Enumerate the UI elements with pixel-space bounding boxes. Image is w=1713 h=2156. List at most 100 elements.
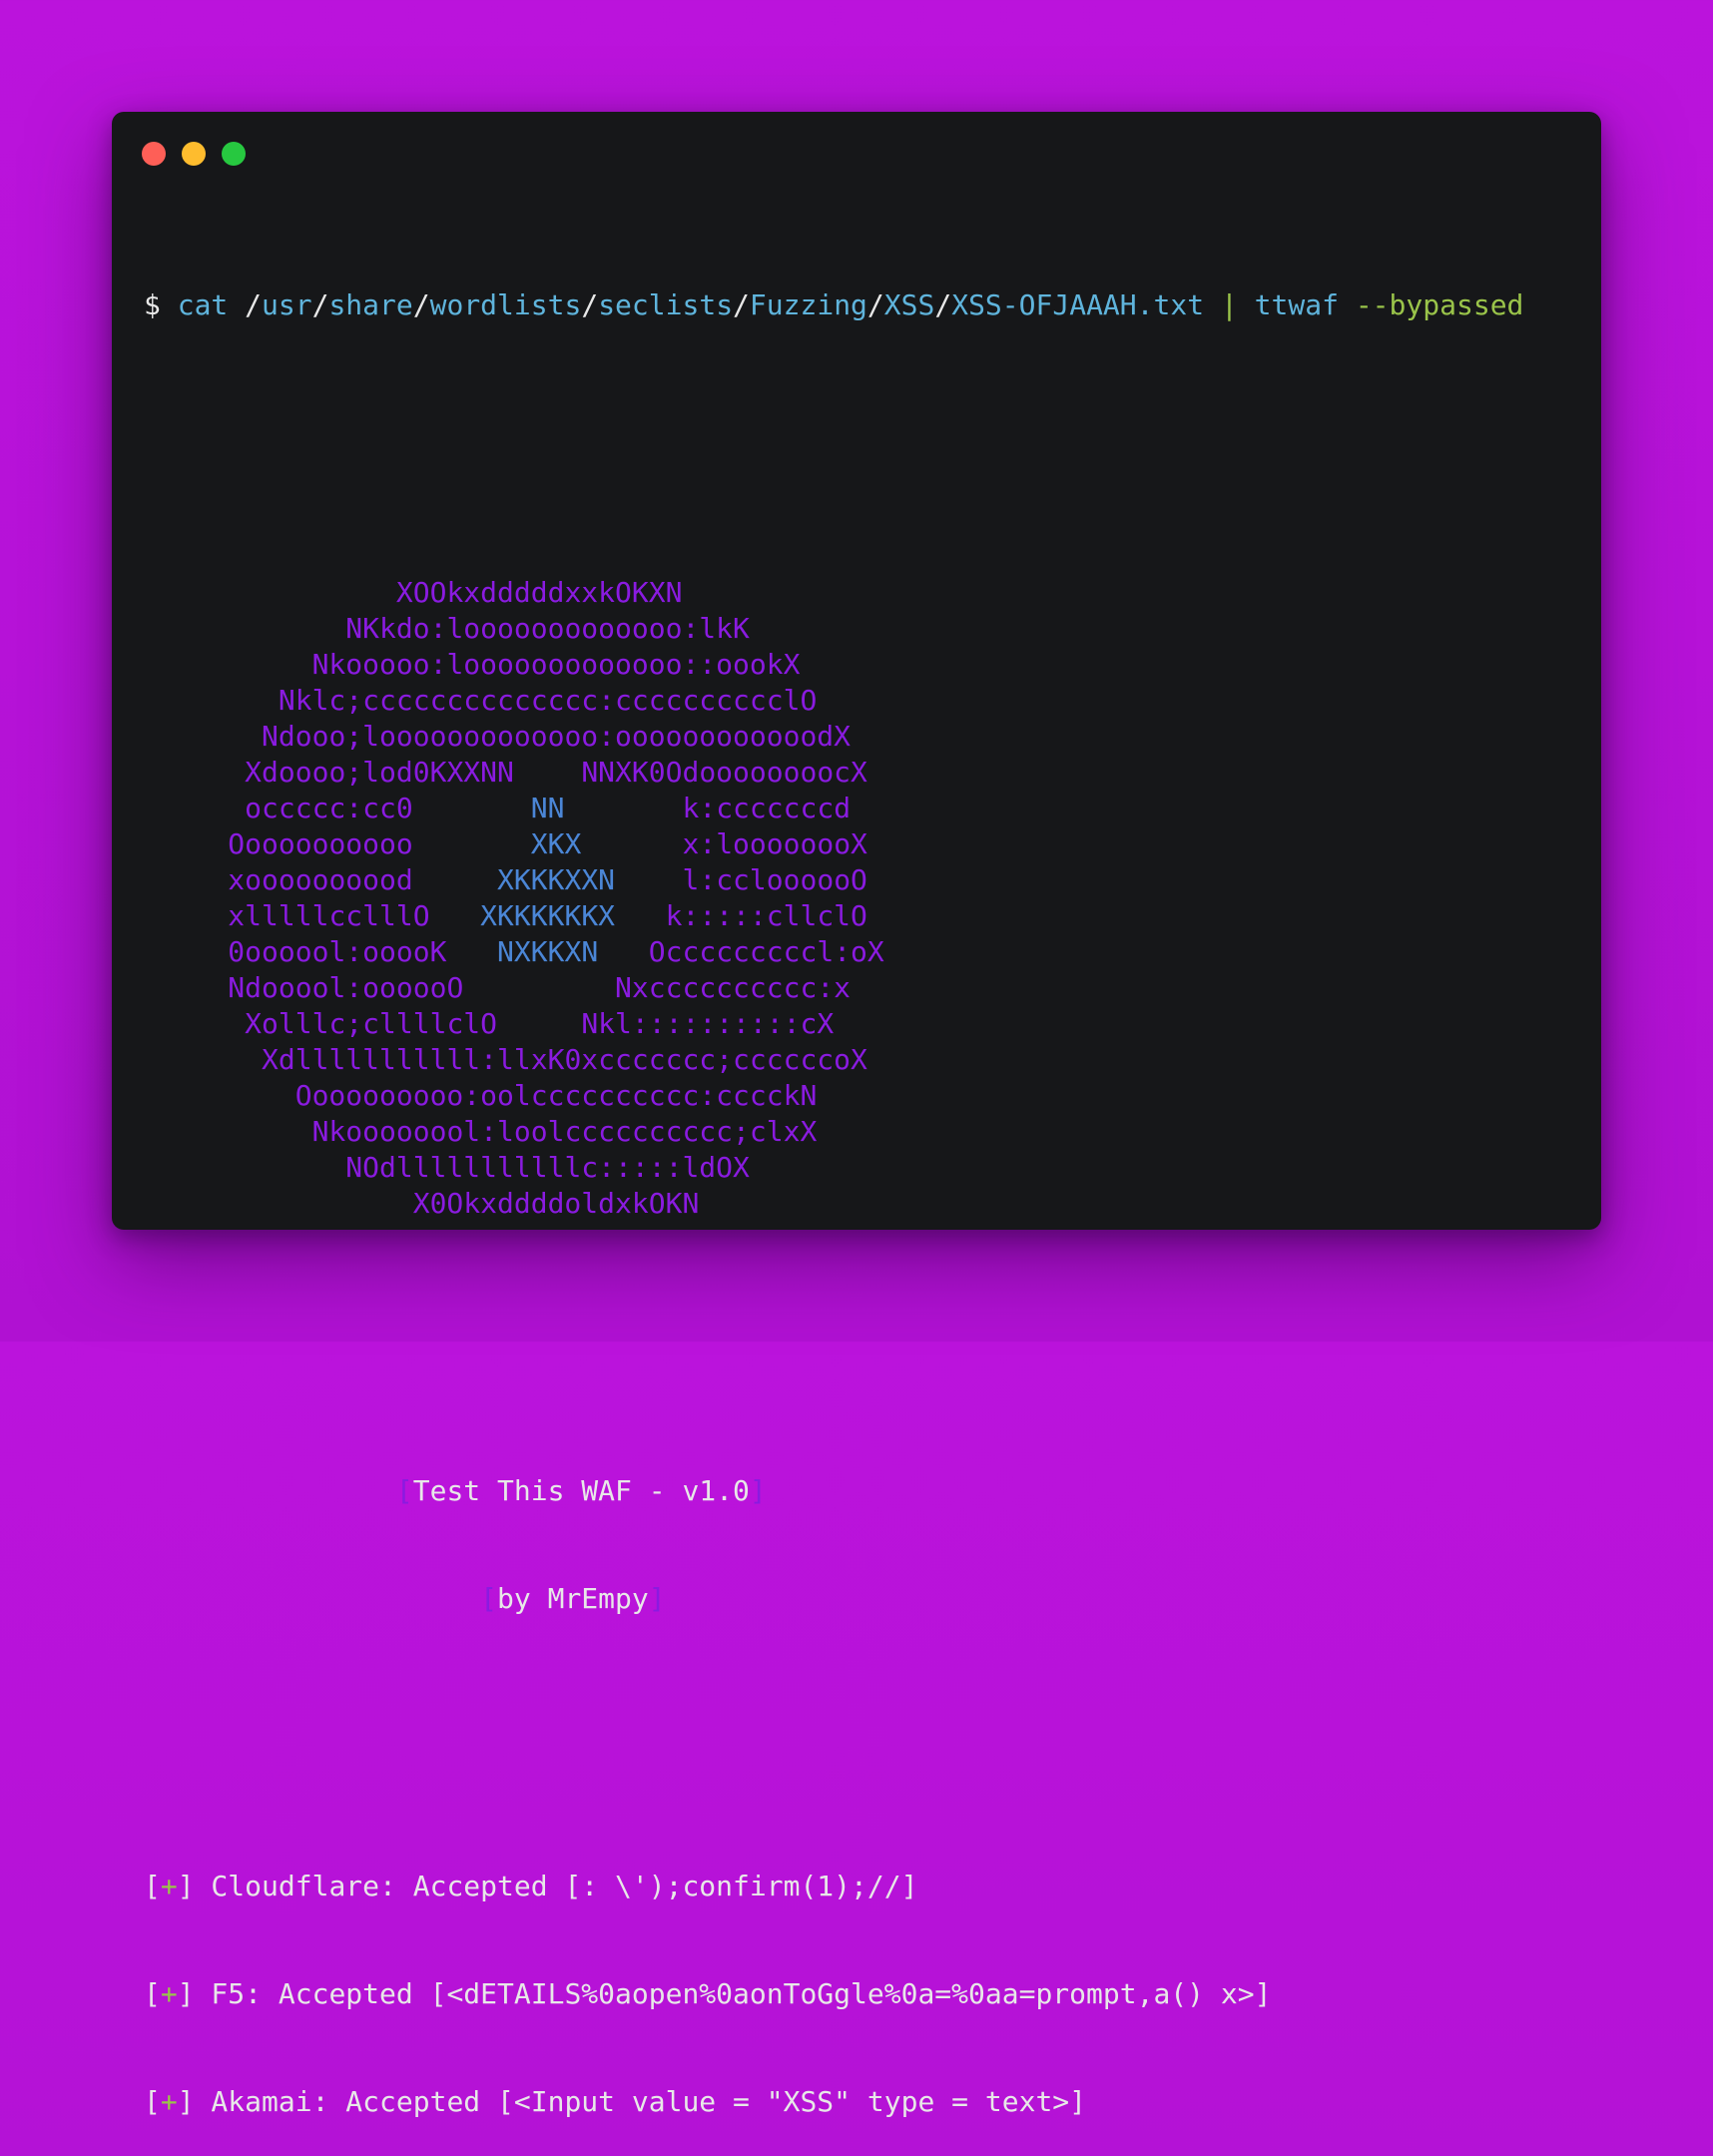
ascii-art-line: Ndooo;looooooooooooo:oooooooooooodX <box>144 719 1523 755</box>
ascii-art-segment: Oooooooooo:oolcccccccccc:cccckN <box>294 1079 818 1112</box>
path-separator: / <box>245 288 263 321</box>
minimize-window-button[interactable] <box>182 142 206 166</box>
ascii-art-segment: Ndooo;looooooooooooo:oooooooooooodX <box>262 720 852 753</box>
result-text: Cloudflare: Accepted [: \');confirm(1);/… <box>194 1870 918 1902</box>
ascii-art-segment: xoooooooood <box>228 863 413 896</box>
ascii-art-line: Nklc;cccccccccccccc:cccccccccclO <box>144 683 1523 719</box>
ascii-art-segment: Ndooool:oooooO <box>228 971 464 1004</box>
bracket: ] <box>648 1582 666 1615</box>
ascii-art-segment: X0OkxddddoldxkOKN <box>412 1187 700 1220</box>
ascii-art-segment: xlllllcclllO <box>228 899 430 932</box>
bracket: ] <box>177 2085 195 2118</box>
ascii-art-segment: Nklc;cccccccccccccc:cccccccccclO <box>278 684 818 717</box>
bracket: ] <box>749 1474 767 1507</box>
ascii-art-line: xlllllcclllO XKKKKKKX k:::::cllclO <box>144 898 1523 934</box>
path-part: seclists <box>598 288 734 321</box>
path-separator: / <box>733 288 750 321</box>
pipe-operator: | <box>1220 288 1238 321</box>
path-separator: / <box>866 288 884 321</box>
tool-name: ttwaf <box>1254 288 1339 321</box>
ascii-art-segment: Ooooooooooo <box>228 827 413 860</box>
ascii-art-line: NOdlllllllllllc:::::ldOX <box>144 1150 1523 1186</box>
ascii-art-segment: NOdlllllllllllc:::::ldOX <box>345 1151 750 1184</box>
ascii-art-segment: Nkooooo:looooooooooooo::oookX <box>311 648 801 681</box>
ascii-art-segment: Nkl::::::::::cX <box>581 1007 835 1040</box>
ascii-art-line: Nkooooo:looooooooooooo::oookX <box>144 647 1523 683</box>
ascii-art-segment: XKX <box>530 827 582 860</box>
ascii-art-segment: l:ccloooooO <box>682 863 867 896</box>
ascii-art-line: Ndooool:oooooO Nxcccccccccc:x <box>144 970 1523 1006</box>
path-separator: / <box>581 288 599 321</box>
ascii-art-segment: NKkdo:looooooooooooo:lkK <box>345 612 750 645</box>
result-text: Akamai: Accepted [<Input value = "XSS" t… <box>194 2085 1087 2118</box>
ascii-art-segment: XOOkxdddddxxkOKXN <box>395 576 683 609</box>
ascii-art-line: Xdlllllllllll:llxK0xccccccc;ccccccoX <box>144 1042 1523 1078</box>
banner-author: by MrEmpy <box>497 1582 649 1615</box>
bracket: ] <box>177 1977 195 2010</box>
command-name: cat <box>177 288 229 321</box>
path-part: wordlists <box>429 288 582 321</box>
command-line: $ cat /usr/share/wordlists/seclists/Fuzz… <box>144 287 1523 323</box>
ascii-art-line: X0OkxddddoldxkOKN <box>144 1186 1523 1222</box>
ascii-art-segment: Xdlllllllllll:llxK0xccccccc;ccccccoX <box>262 1043 867 1076</box>
result-line: [+] Akamai: Accepted [<Input value = "XS… <box>144 2084 1523 2120</box>
path-part: Fuzzing <box>749 288 867 321</box>
ascii-art-segment: x:loooooooX <box>682 827 867 860</box>
ascii-art-line: Ooooooooooo XKX x:loooooooX <box>144 826 1523 862</box>
maximize-window-button[interactable] <box>222 142 246 166</box>
banner-author-line: [by MrEmpy] <box>144 1581 1523 1617</box>
result-line: [+] F5: Accepted [<dETAILS%0aopen%0aonTo… <box>144 1976 1523 2012</box>
ascii-art-segment: Occcccccccl:oX <box>648 935 884 968</box>
ascii-art-segment: NN <box>530 792 565 824</box>
ascii-art-segment: 0oooool:ooooK <box>228 935 447 968</box>
result-marker: + <box>160 1977 178 2010</box>
ascii-art-segment: Nkoooooool:loolcccccccccc;clxX <box>311 1115 818 1148</box>
result-marker: + <box>160 1870 178 1902</box>
path-separator: / <box>412 288 430 321</box>
ascii-art-segment: k:::::cllclO <box>665 899 867 932</box>
ascii-art-segment: XKKKXXN <box>497 863 616 896</box>
banner-title: Test This WAF - v1.0 <box>412 1474 750 1507</box>
ascii-art-line: XOOkxdddddxxkOKXN <box>144 575 1523 611</box>
ascii-art-segment: occccc:cc0 <box>245 792 413 824</box>
ascii-art-line: Nkoooooool:loolcccccccccc;clxX <box>144 1114 1523 1150</box>
bracket: [ <box>395 1474 413 1507</box>
ascii-art-line: Oooooooooo:oolcccccccccc:cccckN <box>144 1078 1523 1114</box>
ascii-art-segment: NXKKXN <box>497 935 599 968</box>
bracket: [ <box>480 1582 498 1615</box>
ascii-art-line: Xolllc;cllllclO Nkl::::::::::cX <box>144 1006 1523 1042</box>
path-separator: / <box>311 288 329 321</box>
path-part: XSS <box>883 288 935 321</box>
ascii-art-segment: Xdoooo;lod0KXXNN <box>245 756 514 789</box>
ascii-art-line: Xdoooo;lod0KXXNN NNXK0OdoooooooocX <box>144 755 1523 791</box>
ascii-art-line: xoooooooood XKKKXXN l:ccloooooO <box>144 862 1523 898</box>
path-separator: / <box>934 288 952 321</box>
close-window-button[interactable] <box>142 142 166 166</box>
path-part: XSS-OFJAAAH.txt <box>951 288 1205 321</box>
ascii-art-segment: k:cccccccd <box>682 792 852 824</box>
result-marker: + <box>160 2085 178 2118</box>
bracket: ] <box>177 1870 195 1902</box>
tool-flag: --bypassed <box>1355 288 1524 321</box>
path-part: usr <box>262 288 312 321</box>
ascii-art-line: NKkdo:looooooooooooo:lkK <box>144 611 1523 647</box>
banner-title-line: [Test This WAF - v1.0] <box>144 1473 1523 1509</box>
ascii-art-line: 0oooool:ooooK NXKKXN Occcccccccl:oX <box>144 934 1523 970</box>
bracket: [ <box>144 1870 161 1902</box>
result-text: F5: Accepted [<dETAILS%0aopen%0aonToGgle… <box>194 1977 1272 2010</box>
ascii-art-segment: Nxcccccccccc:x <box>615 971 852 1004</box>
ascii-art-segment: NNXK0OdoooooooocX <box>581 756 867 789</box>
result-line: [+] Cloudflare: Accepted [: \');confirm(… <box>144 1869 1523 1904</box>
ascii-art-line: occccc:cc0 NN k:cccccccd <box>144 791 1523 826</box>
bracket: [ <box>144 1977 161 2010</box>
ascii-art-segment: Xolllc;cllllclO <box>245 1007 498 1040</box>
ascii-art-segment: XKKKKKKX <box>480 899 616 932</box>
ascii-art-logo: XOOkxdddddxxkOKXN NKkdo:looooooooooooo:l… <box>144 575 1523 1222</box>
bracket: [ <box>144 2085 161 2118</box>
terminal-output[interactable]: $ cat /usr/share/wordlists/seclists/Fuzz… <box>144 216 1523 2156</box>
shell-prompt: $ <box>144 288 161 321</box>
path-part: share <box>328 288 413 321</box>
